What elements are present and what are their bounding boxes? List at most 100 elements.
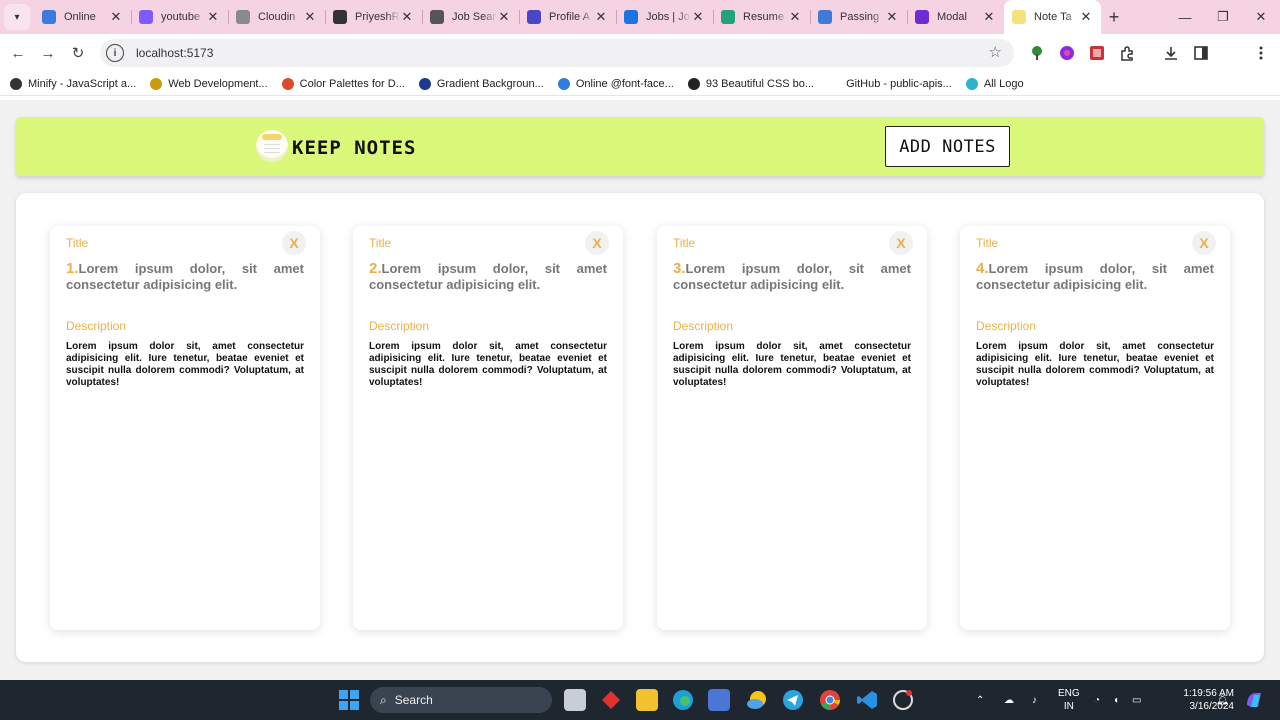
browser-tab[interactable]: Jobs | Jo ✕	[616, 0, 713, 34]
tab-favicon-icon	[430, 10, 444, 24]
reload-icon: ↻	[71, 45, 85, 62]
copilot-icon[interactable]	[1243, 689, 1265, 711]
microphone-icon[interactable]: ♪	[1032, 680, 1037, 720]
bookmark-item[interactable]: Online @font-face...	[557, 77, 674, 90]
bookmark-label: Online @font-face...	[575, 77, 674, 90]
volume-icon[interactable]: ◖	[1113, 680, 1119, 720]
browser-tab[interactable]: Online ✕	[34, 0, 131, 34]
battery-icon[interactable]: ▭	[1132, 680, 1141, 720]
note-number: 1.	[66, 260, 79, 277]
telegram-icon[interactable]	[782, 689, 804, 711]
bookmark-item[interactable]: Gradient Backgroun...	[418, 77, 544, 90]
file-explorer-icon[interactable]	[636, 689, 658, 711]
task-view-icon[interactable]	[564, 689, 586, 711]
arrow-right-icon: →	[40, 44, 56, 62]
edge-icon[interactable]	[672, 689, 694, 711]
menu-kebab-icon[interactable]	[1251, 43, 1271, 63]
wifi-icon[interactable]: ◔	[1094, 680, 1100, 720]
tab-close-icon[interactable]: ✕	[400, 9, 414, 25]
site-info-icon[interactable]: i	[106, 44, 124, 62]
bookmark-item[interactable]: 93 Beautiful CSS bo...	[687, 77, 815, 90]
browser-tab[interactable]: Resume ✕	[713, 0, 810, 34]
weather-icon[interactable]	[746, 689, 768, 711]
bookmark-item[interactable]: GitHub - public-apis...	[828, 77, 952, 90]
bookmark-label: GitHub - public-apis...	[846, 77, 952, 90]
tab-close-icon[interactable]: ✕	[691, 9, 705, 25]
url-text[interactable]: localhost:5173	[136, 46, 213, 60]
side-panel-icon[interactable]	[1191, 43, 1211, 63]
delete-note-button[interactable]: X	[282, 231, 306, 255]
restore-button[interactable]: ❐	[1204, 0, 1242, 34]
browser-tab[interactable]: Note Ta ✕	[1004, 0, 1101, 34]
delete-note-button[interactable]: X	[585, 231, 609, 255]
note-title-label: Title	[369, 236, 392, 250]
note-title: 4.Lorem ipsum dolor, sit amet consectetu…	[976, 261, 1214, 293]
tab-close-icon[interactable]: ✕	[594, 9, 608, 25]
delete-note-button[interactable]: X	[889, 231, 913, 255]
download-icon[interactable]	[1161, 43, 1181, 63]
address-bar[interactable]: i localhost:5173 ☆	[100, 39, 1014, 67]
forward-button[interactable]: →	[33, 38, 63, 68]
minimize-button[interactable]: —	[1166, 0, 1204, 34]
tab-close-icon[interactable]: ✕	[885, 9, 899, 25]
extension-tree-icon[interactable]	[1027, 43, 1047, 63]
bookmark-star-icon[interactable]: ☆	[989, 43, 1002, 61]
bookmark-item[interactable]: Minify - JavaScript a...	[10, 77, 136, 90]
github-desktop-icon[interactable]	[892, 689, 914, 711]
bookmark-label: Web Development...	[168, 77, 268, 90]
tab-close-icon[interactable]: ✕	[982, 9, 996, 25]
browser-tab[interactable]: PriyeshR ✕	[325, 0, 422, 34]
extension-purple-icon[interactable]	[1057, 43, 1077, 63]
app-red-diamond-icon[interactable]	[600, 689, 622, 711]
tab-close-icon[interactable]: ✕	[109, 9, 123, 25]
cloud-icon[interactable]: ☁	[1004, 680, 1014, 720]
notification-bell-icon[interactable]: 🔔︎	[1216, 680, 1229, 720]
browser-tab[interactable]: Passing ✕	[810, 0, 907, 34]
tab-close-icon[interactable]: ✕	[497, 9, 511, 25]
note-number: 2.	[369, 260, 382, 277]
bookmark-favicon-icon	[418, 77, 431, 90]
close-window-button[interactable]: ✕	[1242, 0, 1280, 34]
browser-toolbar: ← → ↻ i localhost:5173 ☆	[0, 34, 1280, 72]
add-notes-button[interactable]: ADD NOTES	[885, 126, 1010, 167]
close-icon: ✕	[1255, 9, 1267, 24]
note-title-label: Title	[673, 236, 696, 250]
bookmark-label: 93 Beautiful CSS bo...	[705, 77, 815, 90]
bookmark-favicon-icon	[557, 77, 570, 90]
tab-close-icon[interactable]: ✕	[303, 9, 317, 25]
bookmark-favicon-icon	[281, 77, 294, 90]
chrome-icon[interactable]	[819, 689, 841, 711]
new-tab-button[interactable]: +	[1101, 7, 1127, 28]
tab-title: PriyeshR	[355, 11, 400, 23]
language-indicator[interactable]: ENG IN	[1058, 687, 1080, 713]
browser-tab[interactable]: Profile A ✕	[519, 0, 616, 34]
extensions-puzzle-icon[interactable]	[1117, 43, 1137, 63]
tab-favicon-icon	[139, 10, 153, 24]
note-card: Title X 4.Lorem ipsum dolor, sit amet cons…	[960, 226, 1230, 630]
tray-overflow-icon[interactable]: ⌃	[976, 680, 984, 720]
browser-tab[interactable]: youtube ✕	[131, 0, 228, 34]
taskbar-search[interactable]: ⌕ Search	[370, 687, 552, 713]
browser-tab[interactable]: Cloudin ✕	[228, 0, 325, 34]
bookmark-item[interactable]: All Logo	[965, 77, 1024, 90]
windows-start-icon[interactable]	[338, 689, 360, 711]
extension-red-icon[interactable]	[1087, 43, 1107, 63]
tab-title: Online	[64, 11, 96, 23]
note-title: 1.Lorem ipsum dolor, sit amet consectetu…	[66, 261, 304, 293]
tab-close-icon[interactable]: ✕	[206, 9, 220, 25]
reload-button[interactable]: ↻	[63, 38, 93, 68]
tab-close-icon[interactable]: ✕	[1079, 9, 1093, 25]
browser-tab[interactable]: Modal ✕	[907, 0, 1004, 34]
store-icon[interactable]	[708, 689, 730, 711]
back-button[interactable]: ←	[3, 38, 33, 68]
tab-close-icon[interactable]: ✕	[788, 9, 802, 25]
taskbar-search-label: Search	[394, 693, 433, 707]
bookmark-item[interactable]: Color Palettes for D...	[281, 77, 405, 90]
tab-title: Profile A	[549, 11, 590, 23]
browser-tab[interactable]: Job Sear ✕	[422, 0, 519, 34]
bookmark-item[interactable]: Web Development...	[150, 77, 268, 90]
tab-search-button[interactable]: ▾	[4, 4, 30, 30]
tab-title: youtube	[161, 11, 201, 23]
vscode-icon[interactable]	[856, 689, 878, 711]
delete-note-button[interactable]: X	[1192, 231, 1216, 255]
